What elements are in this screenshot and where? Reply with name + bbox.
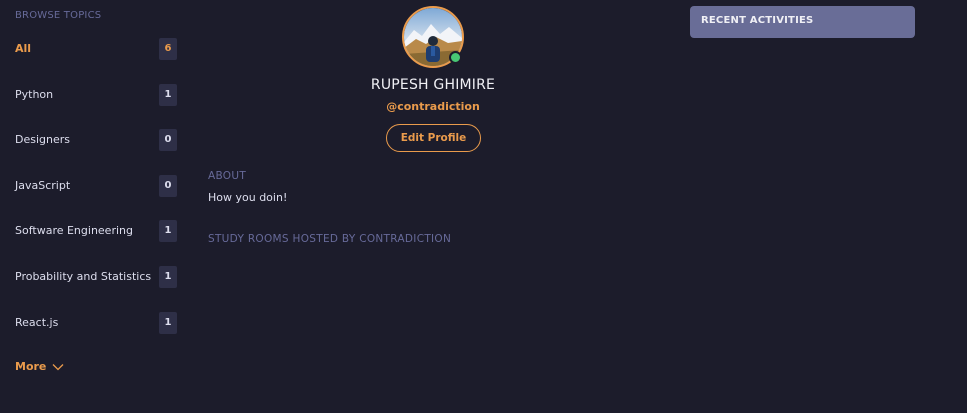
topic-count-badge: 6 <box>159 38 177 60</box>
topic-item-javascript[interactable]: JavaScript 0 <box>15 175 177 197</box>
topic-count-badge: 1 <box>159 266 177 288</box>
topic-label: Software Engineering <box>15 224 133 237</box>
topic-label: Probability and Statistics <box>15 270 152 283</box>
recent-activities-title: RECENT ACTIVITIES <box>701 15 814 26</box>
topic-item-reactjs[interactable]: React.js 1 <box>15 312 177 334</box>
topic-item-python[interactable]: Python 1 <box>15 84 177 106</box>
profile-name: RUPESH GHIMIRE <box>370 77 496 93</box>
topic-label: Designers <box>15 133 70 146</box>
topic-item-designers[interactable]: Designers 0 <box>15 129 177 151</box>
topic-label: JavaScript <box>15 179 71 192</box>
topic-label: React.js <box>15 316 59 329</box>
edit-profile-button[interactable]: Edit Profile <box>386 124 481 152</box>
topic-count-badge: 1 <box>159 312 177 334</box>
topic-item-all[interactable]: All 6 <box>15 38 177 60</box>
topic-count-badge: 1 <box>159 84 177 106</box>
more-topics-link[interactable]: More <box>15 360 64 373</box>
about-text: How you doin! <box>208 191 288 204</box>
avatar-container <box>402 6 464 68</box>
chevron-down-icon <box>52 363 64 370</box>
study-rooms-heading: STUDY ROOMS HOSTED BY CONTRADICTION <box>208 233 452 245</box>
recent-activities-panel: RECENT ACTIVITIES <box>690 6 915 38</box>
topic-count-badge: 0 <box>159 129 177 151</box>
topic-label: Python <box>15 88 54 101</box>
more-label: More <box>15 360 47 373</box>
online-status-indicator <box>449 51 462 64</box>
topic-count-badge: 0 <box>159 175 177 197</box>
topics-sidebar: BROWSE TOPICS All 6 Python 1 Designers 0… <box>15 0 180 413</box>
profile-username: @contradiction <box>386 100 480 113</box>
topic-item-software-engineering[interactable]: Software Engineering 1 <box>15 220 177 242</box>
topic-item-probability-statistics[interactable]: Probability and Statistics 1 <box>15 266 177 288</box>
topic-count-badge: 1 <box>159 220 177 242</box>
about-heading: ABOUT <box>208 170 247 182</box>
profile-section: RUPESH GHIMIRE @contradiction Edit Profi… <box>208 0 658 413</box>
page: BROWSE TOPICS All 6 Python 1 Designers 0… <box>0 0 967 413</box>
sidebar-heading: BROWSE TOPICS <box>15 10 102 21</box>
topic-label: All <box>15 42 32 55</box>
